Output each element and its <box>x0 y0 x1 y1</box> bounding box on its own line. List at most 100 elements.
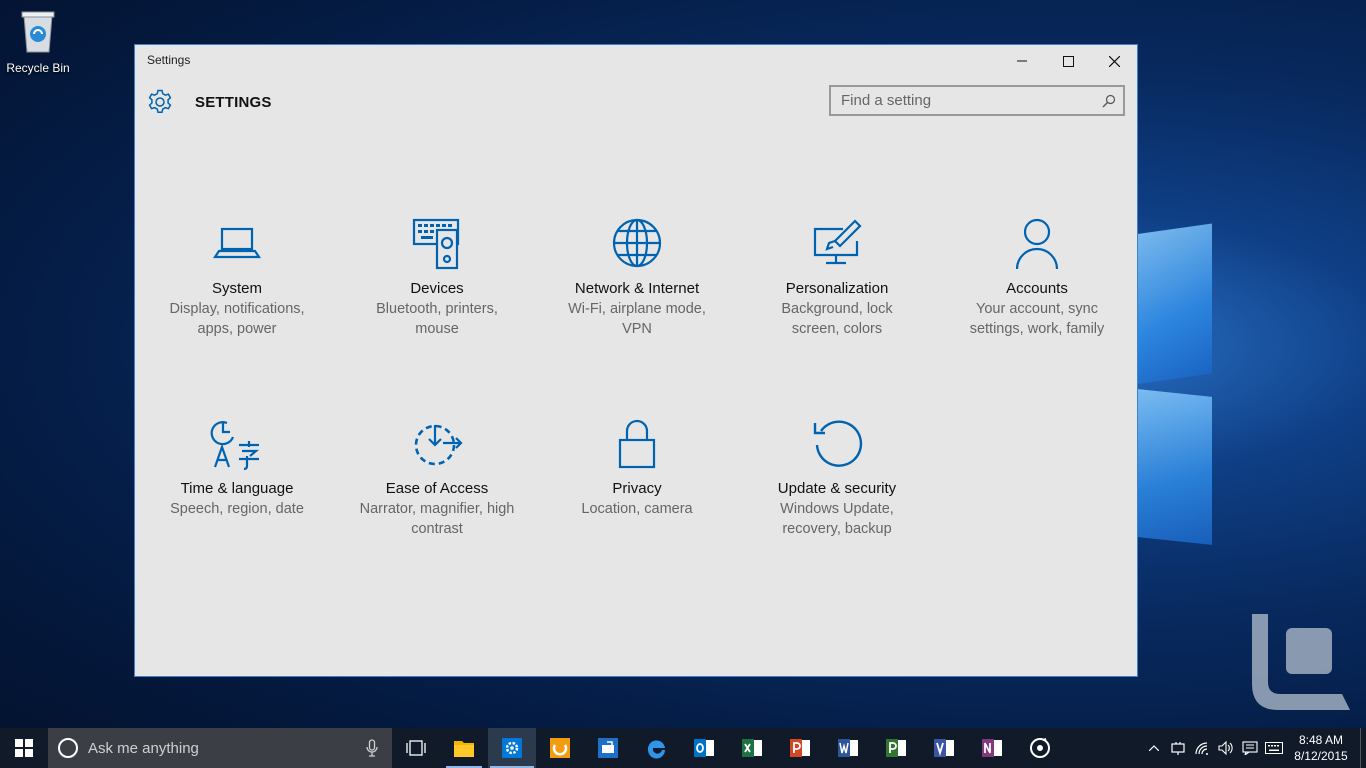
show-hidden-icons-button[interactable] <box>1142 728 1166 768</box>
powerpoint-icon <box>790 739 810 757</box>
edge-icon <box>647 740 665 759</box>
action-center-icon <box>1242 741 1258 755</box>
taskbar-blue-app[interactable] <box>584 728 632 768</box>
tile-ease-of-access[interactable]: Ease of Access Narrator, magnifier, high… <box>337 415 537 539</box>
taskbar-word[interactable] <box>824 728 872 768</box>
tile-devices[interactable]: Devices Bluetooth, printers, mouse <box>337 215 537 339</box>
tile-label: Privacy <box>612 480 662 497</box>
search-box[interactable] <box>829 85 1125 116</box>
lock-icon <box>618 419 656 469</box>
window-title: Settings <box>147 53 191 67</box>
wifi-icon <box>1195 742 1208 755</box>
gear-icon <box>148 89 172 114</box>
tile-network[interactable]: Network & Internet Wi-Fi, airplane mode,… <box>537 215 737 339</box>
tile-label: Network & Internet <box>574 280 700 297</box>
ease-of-access-icon <box>414 424 463 466</box>
person-icon <box>1015 218 1059 270</box>
tile-privacy[interactable]: Privacy Location, camera <box>537 415 737 519</box>
cortana-search-box[interactable]: Ask me anything <box>48 728 392 768</box>
volume-button[interactable] <box>1214 728 1238 768</box>
power-plug-icon <box>1171 742 1185 755</box>
close-icon <box>1108 55 1120 67</box>
keyboard-button[interactable] <box>1262 728 1286 768</box>
taskbar: Ask me anything 8:48 AM 8/12/2015 <box>0 728 1366 768</box>
wifi-button[interactable] <box>1190 728 1214 768</box>
taskbar-excel[interactable] <box>728 728 776 768</box>
windows-logo-wallpaper <box>1120 200 1240 545</box>
orange-app-icon <box>550 738 570 758</box>
microphone-icon[interactable] <box>366 739 378 757</box>
title-bar[interactable]: Settings <box>135 45 1137 77</box>
maximize-button[interactable] <box>1045 45 1091 77</box>
clock-time: 8:48 AM <box>1298 733 1344 747</box>
keyboard-speaker-icon <box>412 218 460 270</box>
page-title: SETTINGS <box>195 93 272 111</box>
notifications-button[interactable] <box>1238 728 1262 768</box>
monitor-brush-icon <box>813 219 862 265</box>
onenote-icon <box>982 739 1002 757</box>
refresh-icon <box>813 420 863 467</box>
recycle-bin[interactable]: Recycle Bin <box>6 8 70 75</box>
settings-header: SETTINGS <box>147 89 272 115</box>
word-icon <box>838 739 858 757</box>
tile-personalization[interactable]: Personalization Background, lock screen,… <box>737 215 937 339</box>
tile-description: Display, notifications, apps, power <box>169 301 305 337</box>
watermark-logo <box>1252 614 1350 710</box>
blue-app-icon <box>598 738 618 758</box>
tile-description: Speech, region, date <box>170 501 304 517</box>
tile-description: Background, lock screen, colors <box>781 301 893 337</box>
project-icon <box>886 739 906 757</box>
taskbar-project[interactable] <box>872 728 920 768</box>
taskbar-powerpoint[interactable] <box>776 728 824 768</box>
tile-accounts[interactable]: Accounts Your account, sync settings, wo… <box>937 215 1137 339</box>
minimize-button[interactable] <box>999 45 1045 77</box>
show-desktop-button[interactable] <box>1360 728 1366 768</box>
settings-gear-icon <box>502 738 522 758</box>
battery-button[interactable] <box>1166 728 1190 768</box>
minimize-icon <box>1017 60 1027 62</box>
close-button[interactable] <box>1091 45 1137 77</box>
tile-label: Update & security <box>777 480 897 497</box>
system-tray: 8:48 AM 8/12/2015 <box>1142 728 1366 768</box>
recycle-bin-icon <box>21 11 55 53</box>
tile-description: Wi-Fi, airplane mode, VPN <box>568 301 706 337</box>
windows-start-icon <box>15 739 33 757</box>
search-icon[interactable] <box>1095 87 1123 114</box>
maximize-icon <box>1062 55 1074 67</box>
tile-description: Windows Update, recovery, backup <box>780 501 894 537</box>
task-view-button[interactable] <box>392 728 440 768</box>
taskbar-groove[interactable] <box>1016 728 1064 768</box>
laptop-icon <box>212 227 262 259</box>
tile-label: Personalization <box>785 280 889 297</box>
taskbar-visio[interactable] <box>920 728 968 768</box>
tile-description: Your account, sync settings, work, famil… <box>969 301 1105 337</box>
settings-window: Settings SETTINGS Sys <box>134 44 1138 677</box>
taskbar-file-explorer[interactable] <box>440 728 488 768</box>
groove-music-icon <box>1030 738 1050 758</box>
taskbar-orange-app[interactable] <box>536 728 584 768</box>
excel-icon <box>742 739 762 757</box>
tile-description: Bluetooth, printers, mouse <box>376 301 498 337</box>
search-input[interactable] <box>831 87 1095 114</box>
taskbar-outlook[interactable] <box>680 728 728 768</box>
tile-system[interactable]: System Display, notifications, apps, pow… <box>137 215 337 339</box>
taskbar-edge[interactable] <box>632 728 680 768</box>
cortana-icon <box>58 738 78 758</box>
cortana-placeholder: Ask me anything <box>88 739 199 757</box>
taskbar-onenote[interactable] <box>968 728 1016 768</box>
tile-label: Accounts <box>1006 280 1068 297</box>
tile-time-language[interactable]: Time & language Speech, region, date <box>137 415 337 519</box>
tile-update-security[interactable]: Update & security Windows Update, recove… <box>737 415 937 539</box>
recycle-bin-label: Recycle Bin <box>6 61 70 75</box>
visio-icon <box>934 739 954 757</box>
outlook-icon <box>694 739 714 757</box>
tile-label: System <box>211 280 262 297</box>
start-button[interactable] <box>0 728 48 768</box>
tile-description: Location, camera <box>581 501 693 517</box>
clock-date: 8/12/2015 <box>1294 749 1348 763</box>
tile-label: Time & language <box>180 480 294 497</box>
task-view-icon <box>406 740 426 756</box>
clock[interactable]: 8:48 AM 8/12/2015 <box>1286 732 1356 764</box>
taskbar-settings[interactable] <box>488 728 536 768</box>
clock-language-icon <box>210 421 260 471</box>
